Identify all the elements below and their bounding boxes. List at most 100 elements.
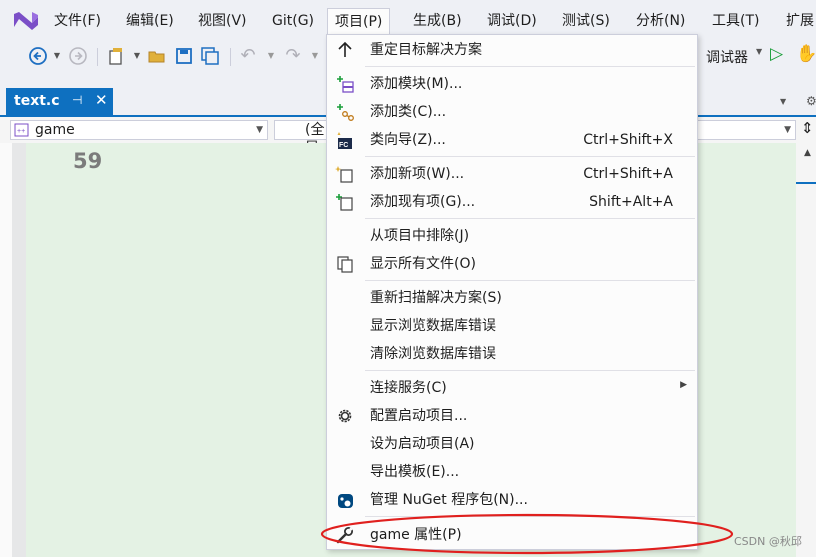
menu-test[interactable]: 测试(S) — [562, 10, 610, 32]
menu-file[interactable]: 文件(F) — [54, 10, 101, 32]
menu-item-label: 设为启动项目(A) — [370, 436, 475, 452]
menu-extensions[interactable]: 扩展 — [786, 10, 814, 32]
undo-icon[interactable]: ↶ — [238, 46, 258, 66]
close-icon[interactable]: ✕ — [95, 91, 108, 109]
menu-item-label: 配置启动项目... — [370, 408, 468, 424]
toolbar-separator — [230, 48, 231, 66]
scrollbar-caret-marker — [796, 182, 816, 184]
menu-separator — [365, 218, 695, 219]
add-module-icon — [337, 76, 354, 93]
menu-item-label: 从项目中排除(J) — [370, 228, 470, 244]
hot-reload-icon[interactable]: ✋ — [796, 44, 816, 64]
back-icon[interactable] — [28, 46, 48, 66]
arrow-up-icon — [338, 41, 352, 57]
start-without-debug-icon[interactable]: ▷ — [770, 44, 783, 64]
undo-dropdown-icon[interactable]: ▼ — [266, 46, 276, 66]
menu-item-retarget-solution[interactable]: 重定目标解决方案 — [327, 36, 697, 64]
menu-item-label: 添加现有项(G)... — [370, 194, 476, 210]
menu-item-game-properties[interactable]: game 属性(P) — [327, 521, 697, 549]
project-combo[interactable]: ++ game ▼ — [10, 120, 268, 140]
menu-item-add-class[interactable]: 添加类(C)... — [327, 98, 697, 126]
menu-separator — [365, 156, 695, 157]
menu-view[interactable]: 视图(V) — [198, 10, 247, 32]
menu-item-shortcut: Ctrl+Shift+A — [583, 166, 673, 182]
menu-item-add-module[interactable]: 添加模块(M)... — [327, 70, 697, 98]
menu-item-label: 重定目标解决方案 — [370, 42, 482, 58]
toolbar-separator — [97, 48, 98, 66]
menu-separator — [365, 66, 695, 67]
menu-item-exclude-from-project[interactable]: 从项目中排除(J) — [327, 222, 697, 250]
tab-list-dropdown-icon[interactable]: ▼ — [780, 97, 786, 106]
vertical-scrollbar[interactable] — [796, 143, 816, 557]
forward-icon[interactable] — [68, 46, 88, 66]
project-combo-value: game — [35, 122, 75, 138]
menu-item-label: game 属性(P) — [370, 527, 462, 543]
add-class-icon — [337, 104, 354, 121]
menu-item-set-as-startup[interactable]: 设为启动项目(A) — [327, 430, 697, 458]
class-wizard-icon: FC — [337, 132, 352, 149]
menu-item-label: 类向导(Z)... — [370, 132, 446, 148]
watermark: CSDN @秋邱 — [734, 535, 802, 548]
redo-icon[interactable]: ↷ — [283, 46, 303, 66]
c-file-project-icon: ++ — [14, 123, 29, 137]
wrench-icon — [336, 527, 353, 544]
menu-item-label: 清除浏览数据库错误 — [370, 346, 496, 362]
open-folder-icon[interactable] — [147, 46, 167, 66]
menu-item-show-all-files[interactable]: 显示所有文件(O) — [327, 250, 697, 278]
scroll-up-icon[interactable]: ▲ — [804, 148, 811, 158]
add-new-item-icon — [335, 166, 353, 183]
menu-analyze[interactable]: 分析(N) — [636, 10, 685, 32]
menu-item-label: 添加新项(W)... — [370, 166, 465, 182]
save-all-icon[interactable] — [200, 46, 220, 66]
menu-item-manage-nuget[interactable]: 管理 NuGet 程序包(N)... — [327, 486, 697, 514]
debugger-button-label[interactable]: 调试器 — [706, 47, 748, 67]
menu-item-connected-services[interactable]: 连接服务(C) ▶ — [327, 374, 697, 402]
menu-build[interactable]: 生成(B) — [413, 10, 462, 32]
menu-edit[interactable]: 编辑(E) — [126, 10, 174, 32]
pin-icon[interactable]: ⊣ — [72, 93, 82, 107]
menu-item-label: 添加模块(M)... — [370, 76, 463, 92]
combo-arrow-icon: ▼ — [256, 125, 263, 135]
menu-separator — [365, 280, 695, 281]
menu-item-add-new-item[interactable]: 添加新项(W)... Ctrl+Shift+A — [327, 160, 697, 188]
gear-icon — [338, 409, 352, 423]
menu-item-label: 显示浏览数据库错误 — [370, 318, 496, 334]
menu-item-configure-startup[interactable]: 配置启动项目... — [327, 402, 697, 430]
nuget-icon — [338, 494, 353, 508]
menu-git[interactable]: Git(G) — [272, 10, 314, 32]
menu-item-label: 管理 NuGet 程序包(N)... — [370, 492, 528, 508]
save-icon[interactable] — [174, 46, 194, 66]
menu-tools[interactable]: 工具(T) — [712, 10, 759, 32]
menu-item-shortcut: Shift+Alt+A — [589, 194, 673, 210]
tab-label: text.c — [14, 93, 60, 109]
new-project-icon[interactable] — [106, 46, 128, 66]
menu-item-show-browse-db-errors[interactable]: 显示浏览数据库错误 — [327, 312, 697, 340]
menu-item-export-template[interactable]: 导出模板(E)... — [327, 458, 697, 486]
new-dropdown-icon[interactable]: ▼ — [132, 46, 142, 66]
menu-item-class-wizard[interactable]: FC 类向导(Z)... Ctrl+Shift+X — [327, 126, 697, 154]
menu-item-clear-browse-db-errors[interactable]: 清除浏览数据库错误 — [327, 340, 697, 368]
settings-gear-icon[interactable]: ⚙ — [806, 94, 816, 108]
menu-item-rescan-solution[interactable]: 重新扫描解决方案(S) — [327, 284, 697, 312]
svg-text:FC: FC — [339, 142, 348, 149]
menu-item-label: 添加类(C)... — [370, 104, 447, 120]
menu-item-label: 显示所有文件(O) — [370, 256, 476, 272]
back-dropdown-icon[interactable]: ▼ — [52, 46, 62, 66]
member-combo[interactable]: ▼ — [696, 120, 796, 140]
menu-debug[interactable]: 调试(D) — [487, 10, 537, 32]
menu-item-label: 连接服务(C) — [370, 380, 447, 396]
menu-item-label: 重新扫描解决方案(S) — [370, 290, 502, 306]
debugger-dropdown-icon[interactable]: ▼ — [756, 47, 762, 56]
scope-combo[interactable]: (全局 — [274, 120, 328, 156]
redo-dropdown-icon[interactable]: ▼ — [310, 46, 320, 66]
svg-text:++: ++ — [17, 128, 25, 135]
menu-separator — [365, 516, 695, 517]
submenu-arrow-icon: ▶ — [680, 380, 687, 390]
add-existing-item-icon — [336, 194, 353, 211]
editor-margin — [12, 143, 26, 557]
document-tab[interactable]: text.c ⊣ ✕ — [6, 88, 113, 116]
menu-item-add-existing-item[interactable]: 添加现有项(G)... Shift+Alt+A — [327, 188, 697, 216]
menu-item-shortcut: Ctrl+Shift+X — [583, 132, 673, 148]
project-menu-dropdown: 重定目标解决方案 添加模块(M)... 添加类(C)... FC 类向导(Z).… — [326, 34, 698, 550]
split-editor-icon[interactable]: ⇕ — [801, 119, 814, 137]
